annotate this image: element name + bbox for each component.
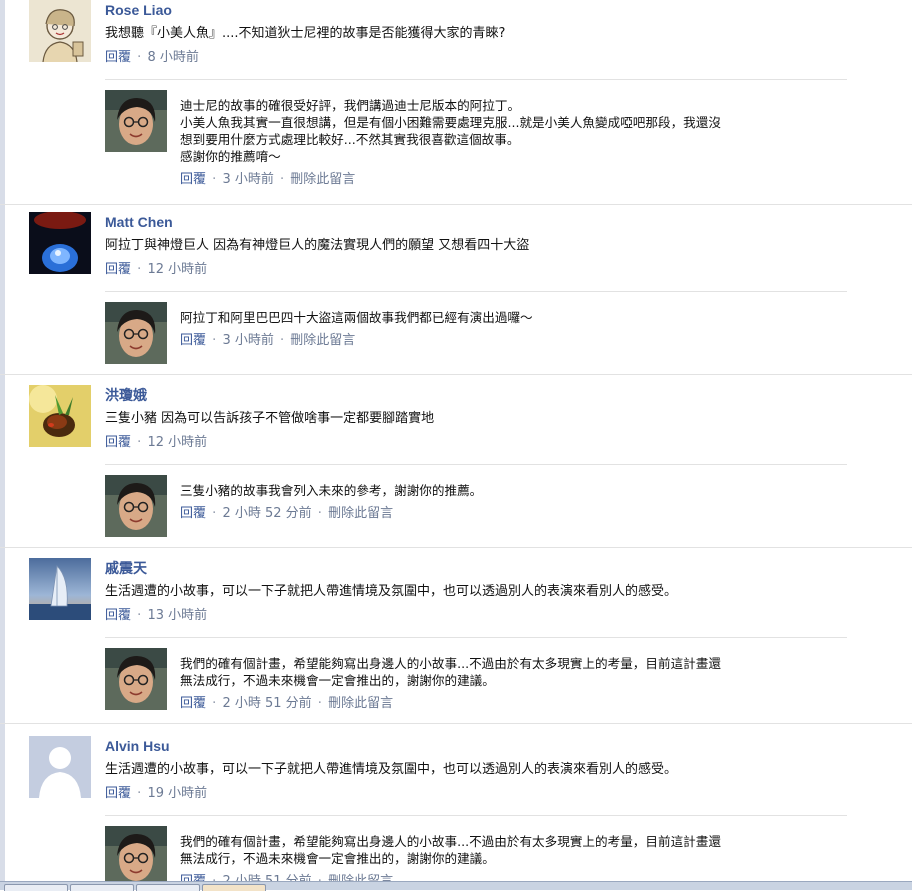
comment-author[interactable]: Rose Liao (105, 0, 845, 20)
avatar-illustration-icon (29, 0, 91, 62)
comment-meta: 回覆 · 19 小時前 (105, 783, 845, 805)
reply-text: 三隻小豬的故事我會列入未來的參考，謝謝你的推薦。 (180, 483, 483, 498)
taskbar-button[interactable] (4, 884, 68, 891)
delete-comment-link[interactable]: 刪除此留言 (328, 506, 393, 521)
reply-link[interactable]: 回覆 (105, 50, 131, 65)
avatar[interactable] (29, 212, 91, 274)
separator-dot: · (137, 262, 142, 277)
avatar[interactable] (29, 558, 91, 620)
reply-text: 我們的確有個計畫，希望能夠寫出身邊人的小故事...不過由於有太多現實上的考量，目… (180, 656, 721, 688)
reply: 我們的確有個計畫，希望能夠寫出身邊人的小故事...不過由於有太多現實上的考量，目… (105, 637, 847, 728)
separator-dot: · (279, 172, 285, 187)
left-border-strip (0, 0, 5, 889)
taskbar-button[interactable] (202, 884, 266, 891)
reply-link[interactable]: 回覆 (180, 333, 206, 348)
avatar-photo-icon (29, 558, 91, 620)
comment-meta: 回覆 · 12 小時前 (105, 432, 845, 454)
separator-dot: · (212, 506, 217, 521)
reply-meta: 回覆 · 2 小時 51 分前 · 刪除此留言 (180, 693, 840, 715)
separator-dot: · (137, 608, 142, 623)
reply-avatar[interactable] (105, 302, 167, 364)
reply: 三隻小豬的故事我會列入未來的參考，謝謝你的推薦。 回覆 · 2 小時 52 分前… (105, 464, 847, 545)
reply-link[interactable]: 回覆 (105, 608, 131, 623)
comment-text: 阿拉丁與神燈巨人 因為有神燈巨人的魔法實現人們的願望 又想看四十大盜 (105, 238, 530, 253)
avatar-photo-icon (29, 385, 91, 447)
reply-link[interactable]: 回覆 (180, 696, 206, 711)
comment-author[interactable]: Matt Chen (105, 212, 845, 232)
avatar-photo-icon (105, 648, 167, 710)
avatar[interactable] (29, 0, 91, 62)
comment-time: 12 小時前 (147, 262, 208, 277)
reply-text: 迪士尼的故事的確很受好評，我們講過迪士尼版本的阿拉丁。 小美人魚我其實一直很想講… (180, 98, 721, 164)
avatar-photo-icon (105, 475, 167, 537)
comment-text: 生活週遭的小故事，可以一下子就把人帶進情境及氛圍中，也可以透過別人的表演來看別人… (105, 762, 678, 777)
comment-text: 三隻小豬 因為可以告訴孩子不管做啥事一定都要腳踏實地 (105, 411, 435, 426)
reply-meta: 回覆 · 3 小時前 · 刪除此留言 (180, 330, 840, 352)
taskbar-button[interactable] (70, 884, 134, 891)
comment-author[interactable]: 戚震天 (105, 558, 845, 578)
delete-comment-link[interactable]: 刪除此留言 (290, 172, 355, 187)
reply-avatar[interactable] (105, 826, 167, 888)
separator-dot: · (137, 50, 142, 65)
avatar[interactable] (29, 385, 91, 447)
comment-author[interactable]: Alvin Hsu (105, 736, 845, 756)
separator-dot: · (212, 696, 217, 711)
taskbar-button[interactable] (136, 884, 200, 891)
reply-text: 我們的確有個計畫，希望能夠寫出身邊人的小故事...不過由於有太多現實上的考量，目… (180, 834, 721, 866)
separator-dot: · (212, 333, 217, 348)
reply-time: 3 小時前 (222, 333, 274, 348)
reply-link[interactable]: 回覆 (180, 172, 206, 187)
comment-meta: 回覆 · 12 小時前 (105, 259, 845, 281)
avatar-photo-icon (105, 826, 167, 888)
reply-time: 2 小時 51 分前 (222, 696, 312, 711)
reply-meta: 回覆 · 2 小時 52 分前 · 刪除此留言 (180, 503, 840, 525)
separator-dot: · (279, 333, 285, 348)
separator-dot: · (317, 506, 322, 521)
reply-time: 2 小時 52 分前 (222, 506, 312, 521)
default-profile-silhouette-icon (29, 736, 91, 798)
delete-comment-link[interactable]: 刪除此留言 (290, 333, 355, 348)
reply: 阿拉丁和阿里巴巴四十大盜這兩個故事我們都已經有演出過囉～ 回覆 · 3 小時前 … (105, 291, 847, 372)
comment-author[interactable]: 洪瓊娥 (105, 385, 845, 405)
avatar[interactable] (29, 736, 91, 798)
reply-link[interactable]: 回覆 (105, 262, 131, 277)
comment-divider (0, 204, 912, 205)
comment-time: 8 小時前 (147, 50, 199, 65)
delete-comment-link[interactable]: 刪除此留言 (328, 696, 393, 711)
avatar-photo-icon (105, 302, 167, 364)
reply-meta: 回覆 · 3 小時前 · 刪除此留言 (180, 169, 840, 191)
comment-time: 19 小時前 (147, 786, 208, 801)
reply: 我們的確有個計畫，希望能夠寫出身邊人的小故事...不過由於有太多現實上的考量，目… (105, 815, 847, 890)
comment-text: 我想聽『小美人魚』....不知道狄士尼裡的故事是否能獲得大家的青睞? (105, 26, 506, 41)
reply-text: 阿拉丁和阿里巴巴四十大盜這兩個故事我們都已經有演出過囉～ (180, 310, 533, 325)
avatar-photo-icon (29, 212, 91, 274)
reply-link[interactable]: 回覆 (105, 786, 131, 801)
reply-time: 3 小時前 (222, 172, 274, 187)
separator-dot: · (212, 172, 217, 187)
separator-dot: · (137, 435, 142, 450)
reply: 迪士尼的故事的確很受好評，我們講過迪士尼版本的阿拉丁。 小美人魚我其實一直很想講… (105, 79, 847, 198)
comment-meta: 回覆 · 8 小時前 (105, 47, 845, 69)
comment-divider (0, 723, 912, 724)
comment-time: 13 小時前 (147, 608, 208, 623)
reply-link[interactable]: 回覆 (180, 506, 206, 521)
comment-text: 生活週遭的小故事，可以一下子就把人帶進情境及氛圍中，也可以透過別人的表演來看別人… (105, 584, 678, 599)
comment-meta: 回覆 · 13 小時前 (105, 605, 845, 627)
reply-link[interactable]: 回覆 (105, 435, 131, 450)
reply-avatar[interactable] (105, 648, 167, 710)
comment-divider (0, 374, 912, 375)
separator-dot: · (137, 786, 142, 801)
separator-dot: · (317, 696, 322, 711)
avatar-photo-icon (105, 90, 167, 152)
comment-time: 12 小時前 (147, 435, 208, 450)
reply-avatar[interactable] (105, 90, 167, 152)
reply-avatar[interactable] (105, 475, 167, 537)
comment-divider (0, 547, 912, 548)
